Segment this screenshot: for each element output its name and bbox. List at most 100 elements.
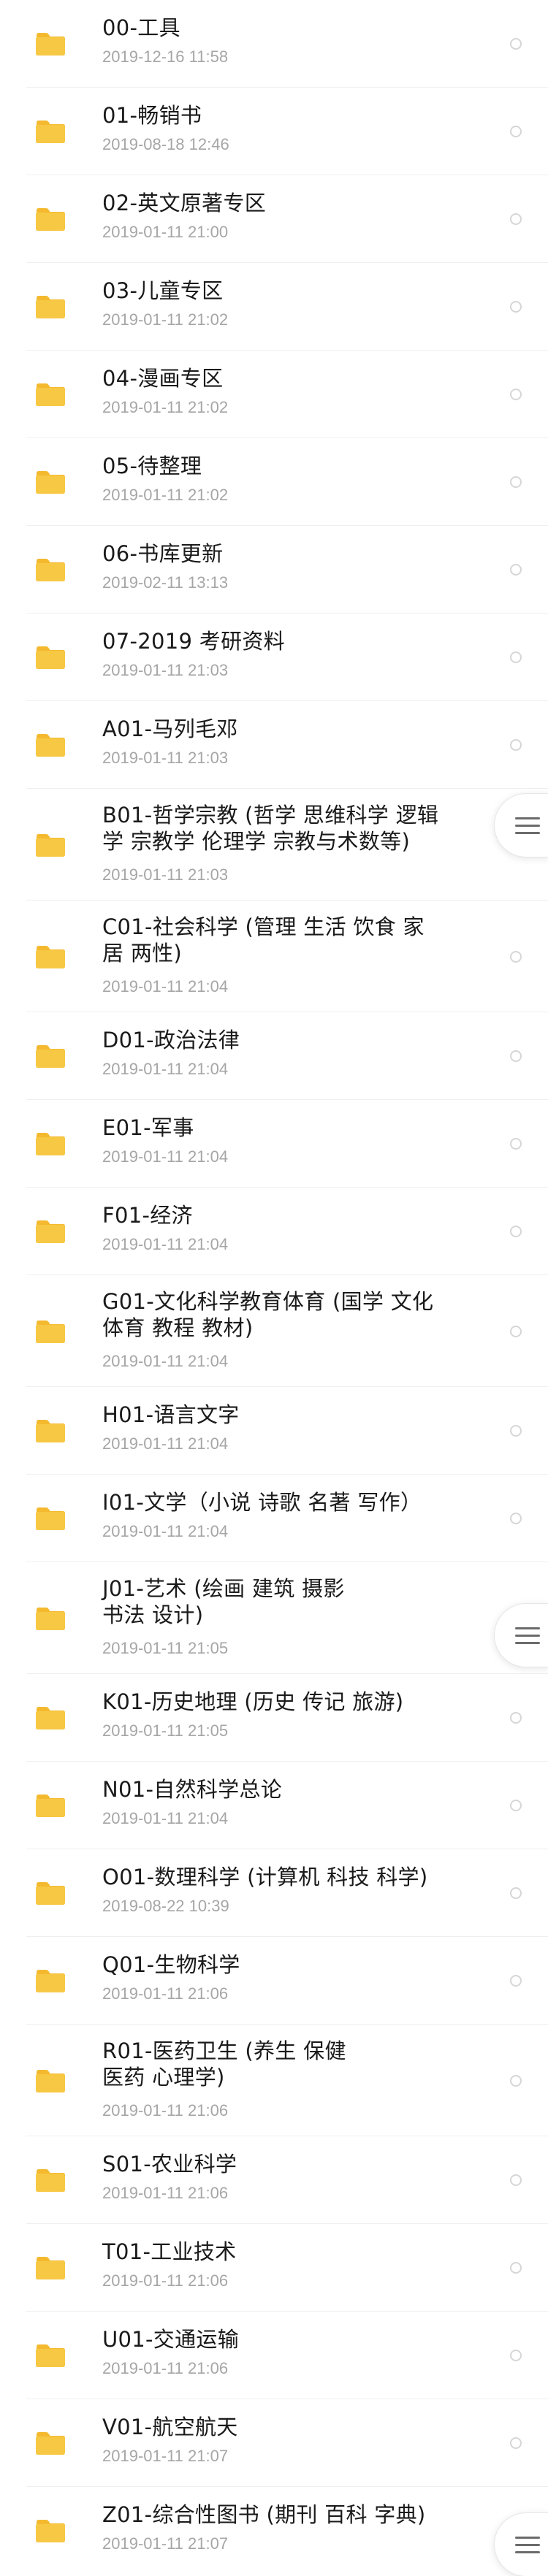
file-date: 2019-01-11 21:03 bbox=[102, 749, 229, 767]
file-row[interactable]: H01-语言文字 2019-01-11 21:04 bbox=[0, 1387, 548, 1475]
file-row[interactable]: 00-工具 2019-12-16 11:58 bbox=[0, 0, 548, 88]
radio-unselected-icon[interactable] bbox=[510, 1050, 522, 1062]
file-name: S01-农业科学 bbox=[102, 2152, 237, 2176]
folder-icon bbox=[35, 470, 66, 494]
file-name: 05-待整理 bbox=[102, 454, 202, 478]
file-date: 2019-01-11 21:02 bbox=[102, 398, 229, 416]
file-row[interactable]: O01-数理科学 (计算机 科技 科学) 2019-08-22 10:39 bbox=[0, 1849, 548, 1937]
radio-unselected-icon[interactable] bbox=[510, 651, 522, 663]
file-date: 2019-01-11 21:03 bbox=[102, 865, 229, 884]
file-date: 2019-12-16 11:58 bbox=[102, 47, 229, 66]
file-row[interactable]: J01-艺术 (绘画 建筑 摄影 书法 设计) 2019-01-11 21:05 bbox=[0, 1562, 548, 1674]
file-date: 2019-01-11 21:02 bbox=[102, 310, 229, 329]
file-row[interactable]: A01-马列毛邓 2019-01-11 21:03 bbox=[0, 701, 548, 789]
file-date: 2019-01-11 21:06 bbox=[102, 2359, 229, 2377]
radio-unselected-icon[interactable] bbox=[510, 126, 522, 137]
radio-unselected-icon[interactable] bbox=[510, 213, 522, 225]
file-row[interactable]: R01-医药卫生 (养生 保健 医药 心理学) 2019-01-11 21:06 bbox=[0, 2025, 548, 2136]
radio-unselected-icon[interactable] bbox=[510, 2074, 522, 2087]
file-date: 2019-01-11 21:04 bbox=[102, 1522, 229, 1540]
file-date: 2019-01-11 21:04 bbox=[102, 1147, 229, 1166]
folder-icon bbox=[35, 945, 66, 969]
radio-unselected-icon[interactable] bbox=[510, 739, 522, 751]
file-row[interactable]: I01-文学（小说 诗歌 名著 写作） 2019-01-11 21:04 bbox=[0, 1475, 548, 1562]
file-row[interactable]: N01-自然科学总论 2019-01-11 21:04 bbox=[0, 1762, 548, 1849]
radio-unselected-icon[interactable] bbox=[510, 476, 522, 488]
radio-unselected-icon[interactable] bbox=[510, 2262, 522, 2274]
folder-icon bbox=[35, 558, 66, 582]
folder-icon bbox=[35, 2431, 66, 2455]
file-date: 2019-08-18 12:46 bbox=[102, 135, 229, 153]
radio-unselected-icon[interactable] bbox=[510, 2350, 522, 2361]
radio-unselected-icon[interactable] bbox=[510, 301, 522, 313]
file-name: N01-自然科学总论 bbox=[102, 1777, 283, 1802]
file-list: 00-工具 2019-12-16 11:58 01-畅销书 2019-08-18 12… bbox=[0, 0, 548, 2575]
radio-unselected-icon[interactable] bbox=[510, 1138, 522, 1150]
file-name: 00-工具 bbox=[102, 15, 180, 40]
radio-unselected-icon[interactable] bbox=[510, 1800, 522, 1811]
radio-unselected-icon[interactable] bbox=[510, 1226, 522, 1237]
file-row[interactable]: Q01-生物科学 2019-01-11 21:06 bbox=[0, 1937, 548, 2025]
file-row[interactable]: V01-航空航天 2019-01-11 21:07 bbox=[0, 2399, 548, 2487]
file-row[interactable]: B01-哲学宗教 (哲学 思维科学 逻辑 学 宗教学 伦理学 宗教与术数等) 20… bbox=[0, 789, 548, 901]
file-row[interactable]: K01-历史地理 (历史 传记 旅游) 2019-01-11 21:05 bbox=[0, 1674, 548, 1762]
folder-icon bbox=[35, 1419, 66, 1443]
file-row[interactable]: G01-文化科学教育体育 (国学 文化 体育 教程 教材) 2019-01-11 … bbox=[0, 1275, 548, 1387]
file-row[interactable]: 02-英文原著专区 2019-01-11 21:00 bbox=[0, 175, 548, 263]
folder-icon bbox=[35, 1607, 66, 1631]
file-row[interactable]: D01-政治法律 2019-01-11 21:04 bbox=[0, 1012, 548, 1100]
radio-unselected-icon[interactable] bbox=[510, 1975, 522, 1987]
file-date: 2019-01-11 21:06 bbox=[102, 2184, 229, 2202]
file-row[interactable]: 01-畅销书 2019-08-18 12:46 bbox=[0, 88, 548, 175]
folder-icon bbox=[35, 1220, 66, 1244]
file-date: 2019-01-11 21:02 bbox=[102, 486, 229, 504]
radio-unselected-icon[interactable] bbox=[510, 950, 522, 963]
folder-icon bbox=[35, 295, 66, 319]
folder-icon bbox=[35, 833, 66, 857]
file-row[interactable]: 03-儿童专区 2019-01-11 21:02 bbox=[0, 263, 548, 351]
radio-unselected-icon[interactable] bbox=[510, 389, 522, 400]
file-row[interactable]: T01-工业技术 2019-01-11 21:06 bbox=[0, 2224, 548, 2312]
folder-icon bbox=[35, 2069, 66, 2093]
folder-icon bbox=[35, 1969, 66, 1993]
file-row[interactable]: F01-经济 2019-01-11 21:04 bbox=[0, 1188, 548, 1275]
file-date: 2019-01-11 21:07 bbox=[102, 2447, 229, 2465]
hamburger-menu-icon[interactable] bbox=[494, 2512, 548, 2576]
folder-icon bbox=[35, 1044, 66, 1069]
radio-unselected-icon[interactable] bbox=[510, 2174, 522, 2186]
file-row[interactable]: Z01-综合性图书 (期刊 百科 字典) 2019-01-11 21:07 bbox=[0, 2487, 548, 2575]
file-name: F01-经济 bbox=[102, 1203, 193, 1228]
radio-unselected-icon[interactable] bbox=[510, 38, 522, 50]
file-name: C01-社会科学 (管理 生活 饮食 家 居 两性) bbox=[102, 914, 425, 966]
file-name: Z01-综合性图书 (期刊 百科 字典) bbox=[102, 2502, 426, 2527]
file-name: O01-数理科学 (计算机 科技 科学) bbox=[102, 1865, 428, 1889]
folder-icon bbox=[35, 120, 66, 144]
file-row[interactable]: C01-社会科学 (管理 生活 饮食 家 居 两性) 2019-01-11 21:… bbox=[0, 901, 548, 1012]
radio-unselected-icon[interactable] bbox=[510, 1425, 522, 1437]
folder-icon bbox=[35, 1320, 66, 1344]
folder-icon bbox=[35, 1706, 66, 1730]
file-row[interactable]: 07-2019 考研资料 2019-01-11 21:03 bbox=[0, 614, 548, 701]
file-name: 04-漫画专区 bbox=[102, 366, 224, 391]
file-date: 2019-01-11 21:04 bbox=[102, 1060, 229, 1078]
folder-icon bbox=[35, 646, 66, 670]
folder-icon bbox=[35, 2519, 66, 2543]
file-name: D01-政治法律 bbox=[102, 1028, 240, 1052]
file-row[interactable]: 05-待整理 2019-01-11 21:02 bbox=[0, 438, 548, 526]
folder-icon bbox=[35, 383, 66, 407]
radio-unselected-icon[interactable] bbox=[510, 1325, 522, 1337]
radio-unselected-icon[interactable] bbox=[510, 1513, 522, 1524]
file-name: 07-2019 考研资料 bbox=[102, 629, 285, 654]
folder-icon bbox=[35, 1794, 66, 1818]
radio-unselected-icon[interactable] bbox=[510, 2437, 522, 2449]
file-row[interactable]: S01-农业科学 2019-01-11 21:06 bbox=[0, 2136, 548, 2224]
radio-unselected-icon[interactable] bbox=[510, 564, 522, 576]
file-row[interactable]: 06-书库更新 2019-02-11 13:13 bbox=[0, 526, 548, 614]
file-date: 2019-08-22 10:39 bbox=[102, 1897, 229, 1915]
file-row[interactable]: U01-交通运输 2019-01-11 21:06 bbox=[0, 2312, 548, 2399]
file-row[interactable]: 04-漫画专区 2019-01-11 21:02 bbox=[0, 351, 548, 438]
file-row[interactable]: E01-军事 2019-01-11 21:04 bbox=[0, 1100, 548, 1188]
file-name: K01-历史地理 (历史 传记 旅游) bbox=[102, 1689, 404, 1714]
radio-unselected-icon[interactable] bbox=[510, 1887, 522, 1899]
radio-unselected-icon[interactable] bbox=[510, 1712, 522, 1724]
